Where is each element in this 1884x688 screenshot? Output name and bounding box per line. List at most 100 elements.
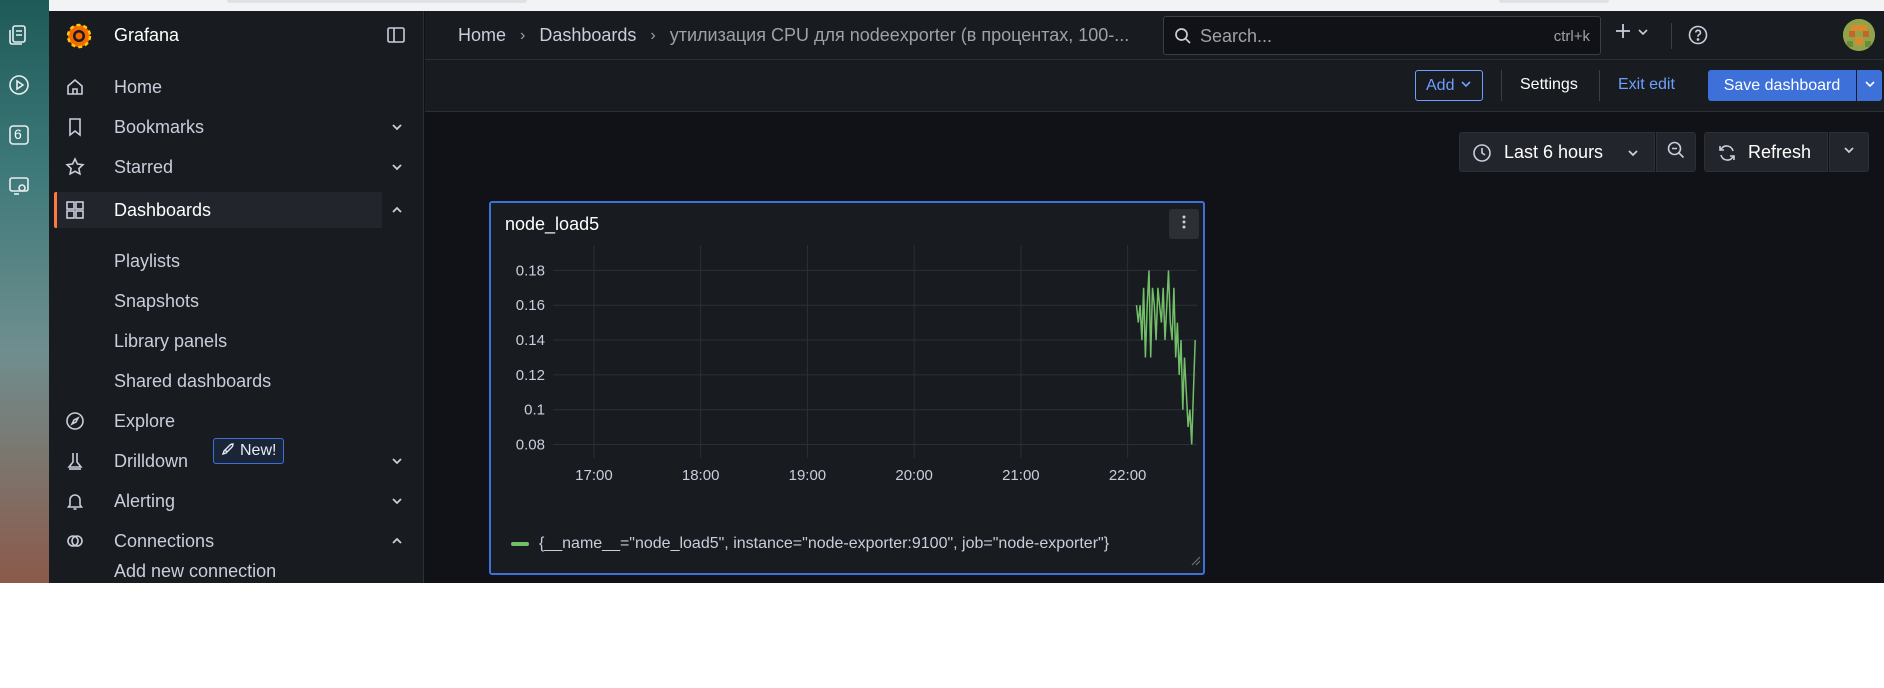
bookmark-icon bbox=[65, 117, 85, 137]
drilldown-icon bbox=[65, 451, 85, 471]
panel-node-load5[interactable]: node_load5 0.18 0.16 0.14 0.12 0.1 0.08 17:00 1… bbox=[489, 201, 1205, 575]
time-series-chart[interactable]: 0.18 0.16 0.14 0.12 0.1 0.08 17:00 18:00 19:00 20… bbox=[491, 243, 1203, 533]
sidebar-subitem-shared-dashboards[interactable]: Shared dashboards bbox=[114, 371, 271, 392]
os-dock: 6 bbox=[0, 0, 49, 583]
refresh-icon bbox=[1717, 143, 1737, 168]
sidebar-item-label: Connections bbox=[114, 531, 215, 551]
dashboards-icon bbox=[65, 200, 85, 220]
sidebar-subitem-snapshots[interactable]: Snapshots bbox=[114, 291, 199, 312]
refresh-button[interactable]: Refresh bbox=[1704, 132, 1828, 172]
more-vertical-icon bbox=[1176, 214, 1192, 235]
series-line bbox=[1135, 270, 1196, 445]
settings-button[interactable]: Settings bbox=[1520, 76, 1578, 94]
grafana-app: Grafana Home Bookmarks Starred Dashboard… bbox=[49, 11, 1884, 583]
chevron-right-icon: › bbox=[520, 26, 526, 44]
play-icon[interactable] bbox=[6, 72, 32, 98]
plus-icon bbox=[1613, 21, 1633, 46]
sidebar-item-explore[interactable]: Explore bbox=[49, 403, 424, 439]
search-placeholder: Search... bbox=[1200, 26, 1273, 46]
x-tick-label: 20:00 bbox=[895, 467, 933, 484]
grafana-logo-icon[interactable] bbox=[64, 20, 94, 55]
chevron-down-icon[interactable] bbox=[390, 454, 404, 473]
clock-icon bbox=[1472, 143, 1492, 168]
sidebar-item-home[interactable]: Home bbox=[49, 69, 424, 105]
x-tick-label: 22:00 bbox=[1109, 467, 1147, 484]
chart-legend[interactable]: {__name__="node_load5", instance="node-e… bbox=[511, 535, 1109, 553]
panel-menu-button[interactable] bbox=[1169, 209, 1199, 239]
refresh-interval-button[interactable] bbox=[1829, 132, 1869, 172]
chevron-down-icon[interactable] bbox=[390, 120, 404, 139]
x-tick-label: 17:00 bbox=[575, 467, 613, 484]
number-badge-icon[interactable]: 6 bbox=[6, 122, 32, 148]
zoom-out-button[interactable] bbox=[1656, 132, 1696, 172]
panel-title: node_load5 bbox=[505, 214, 600, 234]
sidebar-item-label: Explore bbox=[114, 411, 176, 431]
save-dashboard-button[interactable]: Save dashboard bbox=[1708, 70, 1856, 101]
zoom-out-icon bbox=[1666, 140, 1686, 165]
dock-menu-icon[interactable] bbox=[386, 25, 406, 50]
chevron-up-icon[interactable] bbox=[390, 534, 404, 553]
sidebar-item-label: Bookmarks bbox=[114, 117, 205, 137]
rocket-icon bbox=[221, 442, 235, 461]
divider bbox=[1599, 70, 1600, 101]
search-input[interactable]: Search... ctrl+k bbox=[1163, 16, 1601, 55]
search-icon bbox=[1174, 27, 1192, 50]
breadcrumb-home[interactable]: Home bbox=[458, 25, 506, 46]
y-tick-label: 0.18 bbox=[516, 262, 545, 279]
resize-handle-icon[interactable] bbox=[1189, 553, 1201, 571]
sidebar-item-label: Dashboards bbox=[114, 200, 212, 220]
top-bar: Home › Dashboards › утилизация CPU для n… bbox=[425, 11, 1884, 60]
y-tick-label: 0.08 bbox=[516, 437, 545, 454]
sidebar-item-label: Alerting bbox=[114, 491, 176, 511]
breadcrumb-current-dashboard: утилизация CPU для nodeexporter (в проце… bbox=[669, 25, 1130, 45]
home-icon bbox=[65, 77, 85, 97]
avatar[interactable] bbox=[1843, 19, 1875, 51]
chevron-down-icon[interactable] bbox=[390, 160, 404, 179]
sidebar-item-label: Starred bbox=[114, 157, 174, 177]
sidebar-item-dashboards[interactable]: Dashboards bbox=[57, 192, 402, 228]
chevron-down-icon[interactable] bbox=[390, 494, 404, 513]
brand-bar: Grafana bbox=[49, 11, 424, 59]
sidebar-item-starred[interactable]: Starred bbox=[49, 149, 424, 185]
sidebar-item-label: Drilldown bbox=[114, 451, 189, 471]
y-tick-label: 0.1 bbox=[524, 402, 545, 419]
search-shortcut: ctrl+k bbox=[1553, 28, 1590, 45]
help-icon[interactable] bbox=[1687, 24, 1709, 51]
edit-toolbar: Add Settings Exit edit Save dashboard bbox=[425, 60, 1884, 112]
new-menu-button[interactable] bbox=[1613, 21, 1649, 46]
x-tick-label: 19:00 bbox=[789, 467, 827, 484]
legend-label: {__name__="node_load5", instance="node-e… bbox=[539, 535, 1110, 552]
star-icon bbox=[65, 157, 85, 177]
exit-edit-button[interactable]: Exit edit bbox=[1618, 76, 1675, 94]
x-tick-label: 21:00 bbox=[1002, 467, 1040, 484]
new-badge-label: New! bbox=[240, 442, 277, 459]
sidebar-item-connections[interactable]: Connections bbox=[49, 523, 424, 559]
time-range-picker[interactable]: Last 6 hours bbox=[1459, 132, 1655, 172]
add-button[interactable]: Add bbox=[1415, 70, 1484, 101]
y-tick-label: 0.14 bbox=[516, 332, 545, 349]
sidebar-subitem-playlists[interactable]: Playlists bbox=[114, 251, 180, 272]
documents-icon[interactable] bbox=[6, 22, 32, 48]
sidebar-item-bookmarks[interactable]: Bookmarks bbox=[49, 109, 424, 145]
sidebar-subitem-add-new-connection[interactable]: Add new connection bbox=[114, 561, 276, 582]
brand-name: Grafana bbox=[114, 25, 180, 45]
browser-tab-strip bbox=[49, 0, 1884, 11]
browser-tab[interactable] bbox=[227, 0, 527, 3]
chevron-up-icon[interactable] bbox=[390, 203, 404, 222]
save-options-button[interactable] bbox=[1857, 70, 1882, 101]
refresh-label: Refresh bbox=[1748, 142, 1812, 162]
chevron-down-icon bbox=[1864, 77, 1876, 95]
add-button-label: Add bbox=[1426, 76, 1455, 94]
bell-icon bbox=[65, 491, 85, 511]
browser-tab[interactable] bbox=[1499, 0, 1609, 3]
screenshot-icon[interactable] bbox=[6, 172, 32, 198]
legend-swatch bbox=[511, 542, 529, 546]
sidebar-item-label: Home bbox=[114, 77, 163, 97]
sidebar-subitem-library-panels[interactable]: Library panels bbox=[114, 331, 227, 352]
chevron-down-icon bbox=[1637, 25, 1649, 43]
sidebar: Grafana Home Bookmarks Starred Dashboard… bbox=[49, 11, 424, 583]
x-tick-label: 18:00 bbox=[682, 467, 720, 484]
y-tick-label: 0.16 bbox=[516, 297, 545, 314]
breadcrumb-dashboards[interactable]: Dashboards bbox=[539, 25, 636, 46]
sidebar-item-alerting[interactable]: Alerting bbox=[49, 483, 424, 519]
